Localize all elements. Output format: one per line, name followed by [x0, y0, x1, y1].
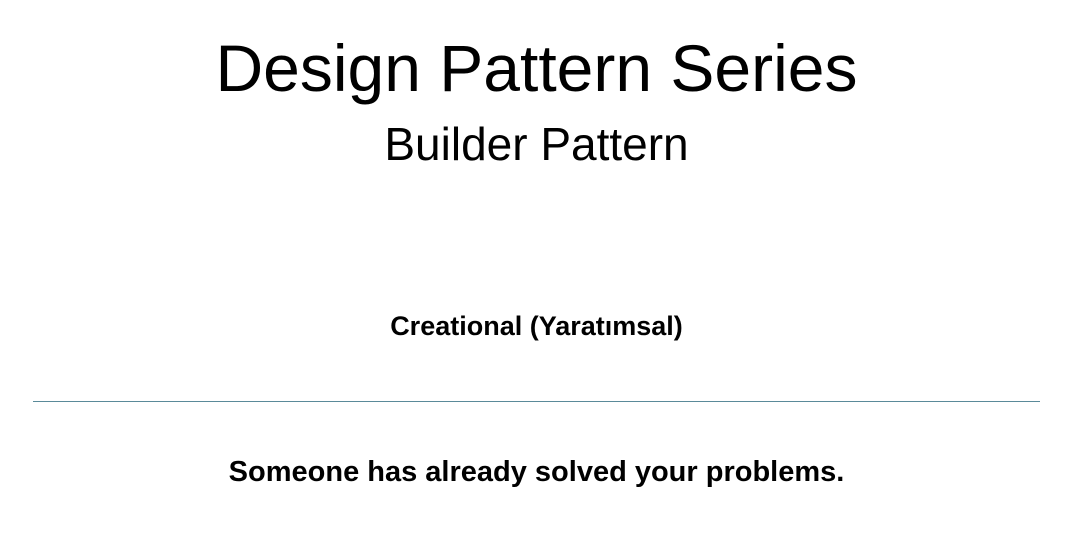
slide: Design Pattern Series Builder Pattern Cr…	[0, 0, 1073, 558]
tagline: Someone has already solved your problems…	[228, 456, 845, 488]
slide-subtitle: Builder Pattern	[384, 118, 689, 170]
divider-line	[33, 401, 1040, 402]
pattern-category: Creational (Yaratımsal)	[390, 311, 683, 341]
slide-title: Design Pattern Series	[215, 31, 858, 105]
